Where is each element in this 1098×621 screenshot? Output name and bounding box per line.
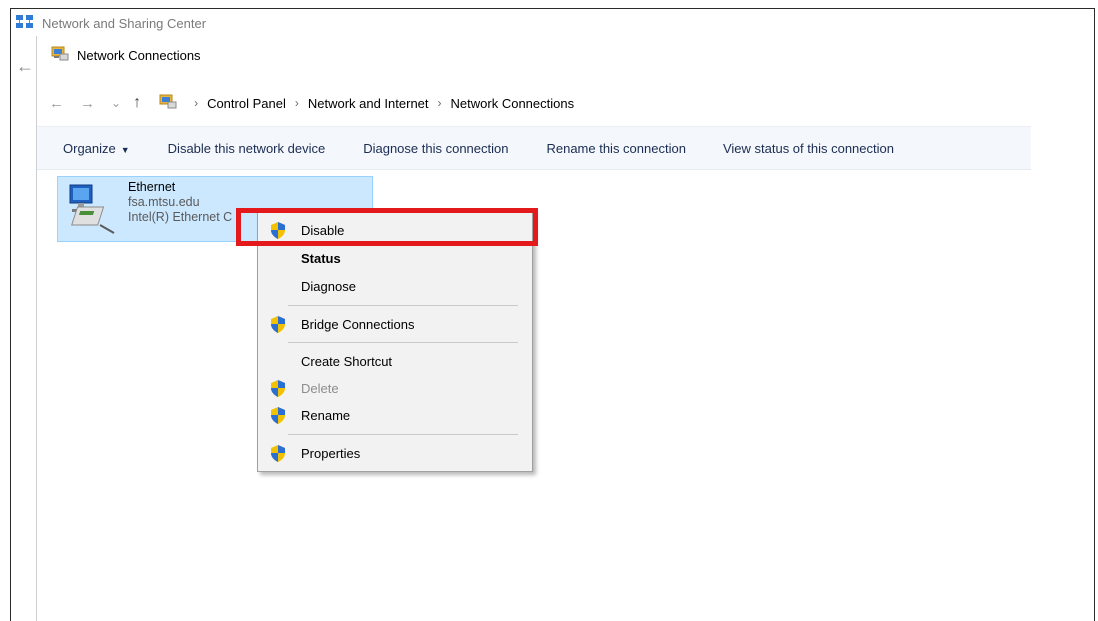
breadcrumb-control-panel[interactable]: Control Panel (207, 96, 286, 111)
organize-menu-button[interactable]: Organize ▼ (63, 139, 130, 158)
network-connections-icon (51, 46, 69, 65)
rename-connection-button[interactable]: Rename this connection (546, 139, 685, 158)
recent-locations-chevron-icon[interactable]: ⌄ (111, 96, 121, 110)
control-panel-icon (159, 94, 177, 113)
up-arrow-icon[interactable]: ↑ (133, 94, 141, 112)
menu-item-label: Rename (301, 407, 351, 423)
background-window-title[interactable]: Network and Sharing Center (16, 12, 206, 34)
menu-item-properties[interactable]: Properties (258, 440, 532, 466)
organize-label: Organize (63, 140, 116, 156)
breadcrumb-separator-icon[interactable]: › (194, 96, 198, 110)
menu-separator (288, 342, 518, 343)
connection-adapter: Intel(R) Ethernet C (128, 210, 233, 224)
menu-item-delete[interactable]: Delete (258, 375, 532, 401)
breadcrumb-separator-icon[interactable]: › (295, 96, 299, 110)
menu-item-label: Status (301, 250, 341, 266)
ethernet-adapter-icon (64, 181, 120, 237)
disable-device-button[interactable]: Disable this network device (168, 139, 326, 158)
menu-item-diagnose[interactable]: Diagnose (258, 273, 532, 299)
background-back-arrow-icon[interactable]: ← (16, 56, 34, 77)
annotation-highlight-box (236, 208, 538, 246)
ethernet-connection-text: Ethernet fsa.mtsu.edu Intel(R) Ethernet … (128, 180, 232, 225)
window-frame-right (1094, 8, 1095, 621)
dropdown-caret-icon: ▼ (120, 144, 130, 155)
uac-shield-icon (270, 407, 286, 427)
connection-name: Ethernet (128, 180, 176, 194)
context-menu: Disable Status Diagnose Bridge Connectio… (257, 210, 533, 472)
menu-item-label: Bridge Connections (301, 316, 415, 332)
forward-arrow-icon[interactable]: → (80, 95, 95, 112)
address-bar: ← → ⌄ ↑ › Control Panel › Network and In… (37, 88, 1031, 118)
navigation-buttons: ← → ⌄ ↑ (49, 94, 157, 112)
background-window-title-text: Network and Sharing Center (42, 15, 207, 31)
diagnose-connection-button[interactable]: Diagnose this connection (363, 139, 508, 158)
breadcrumb: › Control Panel › Network and Internet ›… (159, 94, 574, 113)
menu-item-label: Properties (301, 445, 361, 461)
window-title: Network Connections (51, 44, 201, 66)
uac-shield-icon (270, 380, 286, 400)
menu-item-status[interactable]: Status (258, 245, 532, 271)
breadcrumb-network-connections[interactable]: Network Connections (451, 96, 575, 111)
back-arrow-icon[interactable]: ← (49, 95, 64, 112)
connection-domain: fsa.mtsu.edu (128, 195, 200, 209)
view-status-button[interactable]: View status of this connection (723, 139, 894, 158)
menu-item-label: Diagnose (301, 278, 356, 294)
breadcrumb-separator-icon[interactable]: › (438, 96, 442, 110)
menu-item-rename[interactable]: Rename (258, 402, 532, 428)
menu-separator (288, 305, 518, 306)
menu-item-label: Delete (301, 380, 339, 396)
command-toolbar: Organize ▼ Disable this network device Di… (37, 126, 1031, 170)
menu-item-create-shortcut[interactable]: Create Shortcut (258, 348, 532, 374)
breadcrumb-network-and-internet[interactable]: Network and Internet (308, 96, 429, 111)
uac-shield-icon (270, 445, 286, 465)
menu-item-bridge-connections[interactable]: Bridge Connections (258, 311, 532, 337)
network-center-icon (16, 14, 34, 32)
menu-separator (288, 434, 518, 435)
uac-shield-icon (270, 316, 286, 336)
window-frame-top (10, 8, 1095, 9)
network-connections-window: Network Connections ← → ⌄ ↑ › Control Pa… (37, 36, 1031, 621)
window-title-text: Network Connections (77, 47, 201, 63)
menu-item-label: Create Shortcut (301, 353, 393, 369)
window-frame-left (10, 8, 11, 621)
